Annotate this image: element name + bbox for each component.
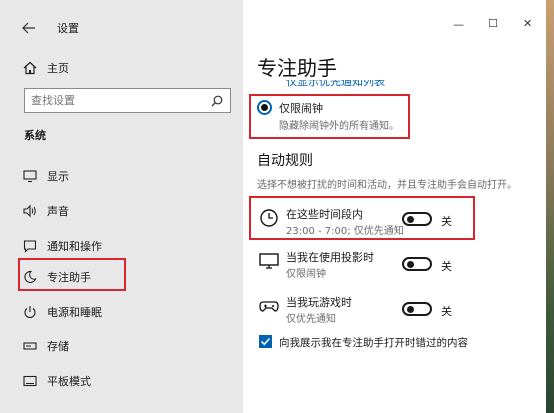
- sidebar-item-label: 存储: [47, 340, 69, 353]
- sidebar-item-label: 显示: [47, 170, 69, 183]
- close-button[interactable]: ✕: [523, 17, 532, 30]
- main-panel: — ☐ ✕ 专注助手 仅显示优先通知列表 仅限闹钟 隐藏除闹钟外的所有通知。 自…: [243, 0, 546, 413]
- sidebar-item-tablet-mode[interactable]: 平板模式: [0, 366, 243, 396]
- summary-checkbox[interactable]: [259, 335, 272, 348]
- auto-rules-title: 自动规则: [257, 153, 313, 169]
- notification-icon: [23, 240, 37, 253]
- sidebar-item-label: 声音: [47, 205, 69, 218]
- auto-rules-desc: 选择不想被打扰的时间和活动，并且专注助手会自动打开。: [257, 180, 517, 191]
- maximize-button[interactable]: ☐: [488, 17, 498, 30]
- speaker-icon: [23, 204, 36, 218]
- sidebar-item-notifications[interactable]: 通知和操作: [0, 231, 243, 261]
- tablet-icon: [23, 375, 37, 387]
- search-input[interactable]: [31, 92, 201, 108]
- toggle-state-label: 关: [441, 305, 452, 318]
- sidebar-item-power[interactable]: 电源和睡眠: [0, 297, 243, 327]
- alarms-only-highlight: [249, 94, 410, 139]
- window-title: 设置: [57, 22, 79, 35]
- gamepad-icon: [259, 301, 279, 312]
- rule-when-gaming-toggle[interactable]: [402, 302, 432, 316]
- clipped-option-text: 仅显示优先通知列表: [286, 80, 385, 88]
- home-icon: [23, 61, 37, 75]
- rule-subtitle: 仅限闹钟: [286, 269, 326, 280]
- search-box[interactable]: [24, 88, 231, 113]
- summary-checkbox-label: 向我展示我在专注助手打开时错过的内容: [279, 337, 468, 349]
- sidebar-item-label: 主页: [47, 62, 69, 75]
- sidebar-item-label: 电源和睡眠: [47, 306, 102, 319]
- minimize-button[interactable]: —: [453, 18, 464, 31]
- display-icon: [23, 170, 37, 183]
- monitor-icon: [259, 253, 279, 269]
- settings-window: 设置 主页 系统 显示: [0, 0, 546, 413]
- sidebar-section-title: 系统: [24, 129, 46, 142]
- sidebar-item-label: 平板模式: [47, 375, 91, 388]
- rule-title: 当我在使用投影时: [286, 251, 374, 264]
- page-title: 专注助手: [257, 56, 337, 80]
- checkmark-icon: [260, 337, 271, 346]
- storage-icon: [23, 342, 37, 350]
- search-icon: [211, 95, 223, 107]
- power-icon: [24, 306, 36, 319]
- sidebar: 设置 主页 系统 显示: [0, 0, 243, 413]
- sidebar-item-home[interactable]: 主页: [0, 53, 243, 83]
- focus-assist-highlight: [18, 258, 126, 291]
- sidebar-item-storage[interactable]: 存储: [0, 331, 243, 361]
- toggle-state-label: 关: [441, 260, 452, 273]
- back-button[interactable]: [21, 20, 37, 36]
- sidebar-item-display[interactable]: 显示: [0, 161, 243, 191]
- sidebar-item-sound[interactable]: 声音: [0, 196, 243, 226]
- rule-when-projecting[interactable]: 当我在使用投影时 仅限闹钟: [257, 247, 397, 280]
- rule-title: 当我玩游戏时: [286, 296, 352, 309]
- back-arrow-icon: [22, 22, 35, 34]
- rule-time-highlight: [249, 196, 475, 240]
- sidebar-item-label: 通知和操作: [47, 240, 102, 253]
- rule-subtitle: 仅优先通知: [286, 314, 336, 325]
- rule-when-projecting-toggle[interactable]: [402, 257, 432, 271]
- rule-when-gaming[interactable]: 当我玩游戏时 仅优先通知: [257, 292, 397, 325]
